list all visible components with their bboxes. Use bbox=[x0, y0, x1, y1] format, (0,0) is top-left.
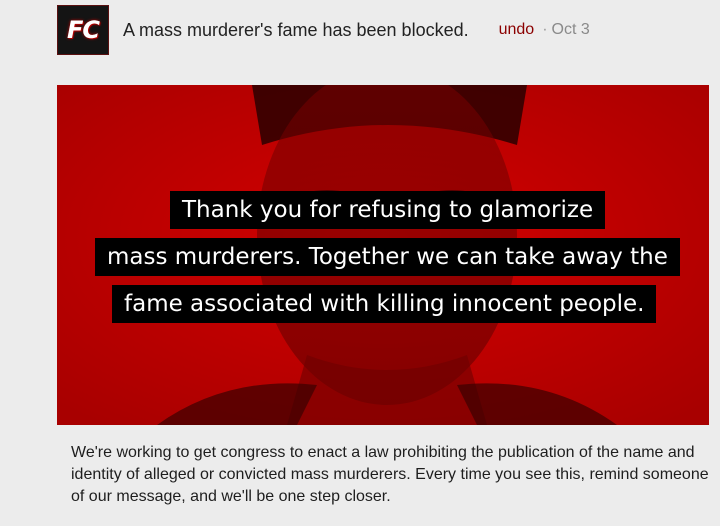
blocked-image-banner: Thank you for refusing to glamorize mass… bbox=[57, 85, 709, 425]
logo-text: FC bbox=[66, 16, 100, 44]
notification-headline: A mass murderer's fame has been blocked. bbox=[123, 19, 469, 40]
notification-header: FC A mass murderer's fame has been block… bbox=[57, 4, 590, 56]
fc-logo[interactable]: FC bbox=[57, 5, 109, 55]
message-body: We're working to get congress to enact a… bbox=[71, 444, 709, 505]
separator-dot: · bbox=[542, 21, 548, 38]
undo-link[interactable]: undo bbox=[499, 21, 535, 39]
banner-caption-line: fame associated with killing innocent pe… bbox=[112, 285, 657, 323]
timestamp: Oct 3 bbox=[551, 21, 590, 38]
banner-caption-line: Thank you for refusing to glamorize bbox=[170, 191, 606, 229]
banner-caption-line: mass murderers. Together we can take awa… bbox=[95, 238, 680, 276]
